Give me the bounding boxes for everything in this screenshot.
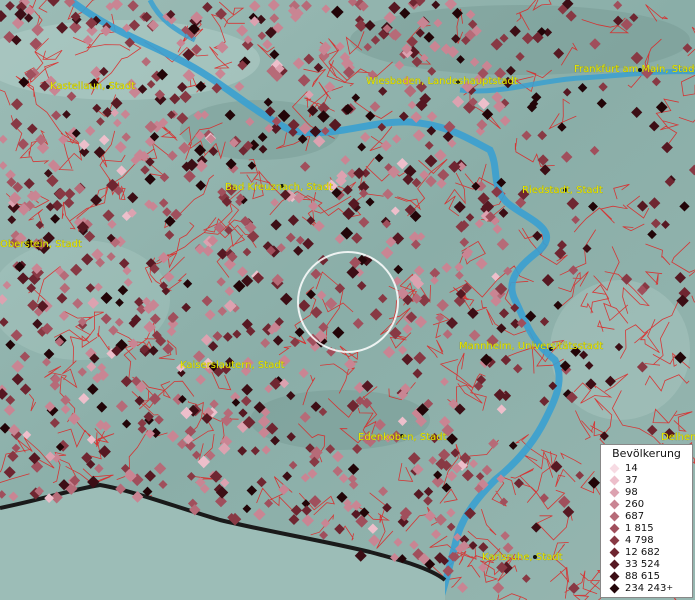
map-canvas[interactable]: Kastellaun, Stadt Wiesbaden, Landeshaupt…: [0, 0, 695, 600]
population-map[interactable]: Kastellaun, Stadt Wiesbaden, Landeshaupt…: [0, 0, 695, 600]
legend-item: 14: [609, 463, 638, 475]
city-label-bad-kreuznach[interactable]: Bad Kreuznach, Stadt: [225, 182, 333, 193]
legend-label: 33 524: [625, 559, 660, 570]
city-label-wiesbaden[interactable]: Wiesbaden, Landeshauptstadt: [366, 76, 518, 87]
legend-title: Bevölkerung: [612, 447, 681, 460]
legend-label: 687: [625, 511, 645, 522]
legend-swatch: [609, 535, 620, 546]
legend-item: 37: [609, 475, 638, 487]
legend-swatch: [609, 583, 620, 594]
legend-label: 37: [625, 475, 638, 486]
legend-item: 234 243+: [609, 583, 674, 595]
legend-item: 33 524: [609, 559, 660, 571]
legend-label: 4 798: [625, 535, 654, 546]
city-label-karlsruhe[interactable]: Karlsruhe, Stadt: [482, 552, 563, 563]
legend-swatch: [609, 511, 620, 522]
legend-item: 88 615: [609, 571, 660, 583]
legend-item: 4 798: [609, 535, 654, 547]
legend-swatch: [609, 547, 620, 558]
legend-label: 260: [625, 499, 645, 510]
city-label-delhem[interactable]: Delhem: [661, 432, 695, 443]
legend-item: 260: [609, 499, 645, 511]
legend-label: 14: [625, 463, 638, 474]
legend-label: 98: [625, 487, 638, 498]
city-label-mannheim[interactable]: Mannheim, Universitätsstadt: [459, 341, 603, 352]
population-legend: Bevölkerung 14 37 98 260 687 1 815 4 798…: [600, 444, 693, 598]
legend-swatch: [609, 499, 620, 510]
city-label-frankfurt[interactable]: Frankfurt am Main, Stadt: [574, 64, 695, 75]
legend-item: 12 682: [609, 547, 660, 559]
city-label-kastellaun[interactable]: Kastellaun, Stadt: [50, 81, 136, 92]
legend-swatch: [609, 475, 620, 486]
city-label-riedstadt[interactable]: Riedstadt, Stadt: [522, 185, 603, 196]
legend-swatch: [609, 463, 620, 474]
legend-item: 1 815: [609, 523, 654, 535]
legend-swatch: [609, 559, 620, 570]
city-label-oberstein[interactable]: Oberstein, Stadt: [0, 239, 82, 250]
legend-swatch: [609, 487, 620, 498]
legend-plus-sign: +: [666, 583, 674, 592]
city-label-kaiserslautern[interactable]: Kaiserslautern, Stadt: [180, 360, 285, 371]
legend-item: 687: [609, 511, 645, 523]
city-label-edenkoben[interactable]: Edenkoben, Stadt: [358, 432, 447, 443]
legend-label: 1 815: [625, 523, 654, 534]
legend-label: 234 243: [625, 583, 667, 594]
legend-swatch: [609, 523, 620, 534]
legend-label: 88 615: [625, 571, 660, 582]
legend-label: 12 682: [625, 547, 660, 558]
legend-item: 98: [609, 487, 638, 499]
legend-swatch: [609, 571, 620, 582]
